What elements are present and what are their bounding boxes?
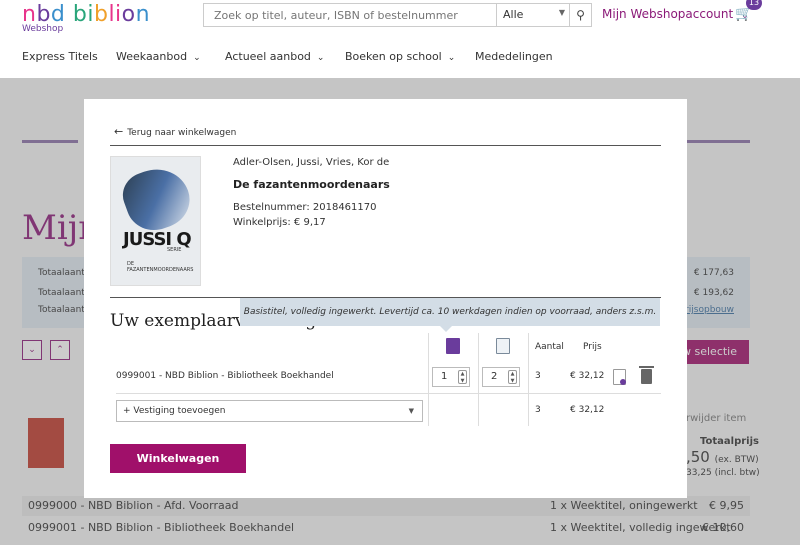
- order-number: Bestelnummer: 2018461170: [233, 202, 377, 213]
- search-icon: ⚲: [576, 8, 585, 22]
- shop-price: Winkelprijs: € 9,17: [233, 217, 326, 228]
- account-label: Mijn Webshopaccount: [602, 7, 734, 21]
- chevron-down-icon: ⌄: [447, 53, 456, 63]
- chevron-down-icon: ▼: [408, 407, 414, 415]
- spin-arrows-icon[interactable]: ▲ ▼: [508, 370, 517, 384]
- nav-label: Mededelingen: [475, 50, 553, 63]
- cart-count-badge: 13: [746, 0, 762, 10]
- tooltip-pointer: [440, 326, 452, 332]
- nav-item-mededelingen[interactable]: Mededelingen: [475, 50, 553, 63]
- chevron-down-icon: ▼: [558, 8, 565, 17]
- table-divider: [116, 393, 661, 394]
- quantity-value: 1: [441, 371, 448, 382]
- document-note-icon[interactable]: [613, 369, 626, 385]
- tooltip: Basistitel, volledig ingewerkt. Levertij…: [240, 298, 660, 332]
- trash-icon[interactable]: [639, 366, 654, 384]
- nav-item-express[interactable]: Express Titels: [22, 50, 98, 63]
- divider: [110, 145, 661, 146]
- account-menu[interactable]: Mijn Webshopaccount ⌄: [602, 7, 749, 21]
- quantity-stepper[interactable]: 1 ▲ ▼: [432, 367, 470, 387]
- chevron-down-icon: ⌄: [316, 53, 325, 63]
- book-basic-icon[interactable]: [496, 338, 510, 354]
- nav-item-school[interactable]: Boeken op school ⌄: [345, 50, 455, 63]
- quantity-stepper[interactable]: 2 ▲ ▼: [482, 367, 520, 387]
- table-divider: [428, 333, 429, 426]
- nav-item-weekaanbod[interactable]: Weekaanbod ⌄: [116, 50, 201, 63]
- cover-subtitle: DE FAZANTENMOORDENAARS: [127, 261, 194, 273]
- logo-subtitle: Webshop: [22, 24, 64, 34]
- column-header-amount: Aantal: [535, 342, 564, 352]
- search-scope-value: Alle: [503, 8, 524, 21]
- total-amount: 3: [535, 405, 541, 415]
- nav-label: Boeken op school: [345, 50, 442, 63]
- book-cover: JUSSI Q SERIE DE FAZANTENMOORDENAARS: [110, 156, 201, 286]
- book-full-processed-icon[interactable]: [446, 338, 460, 354]
- update-cart-button[interactable]: Winkelwagen wijzigen: [110, 444, 246, 494]
- nav-label: Express Titels: [22, 50, 98, 63]
- search-input[interactable]: [204, 4, 496, 26]
- total-price: € 32,12: [570, 405, 605, 415]
- book-author: Adler-Olsen, Jussi, Vries, Kor de: [233, 157, 390, 168]
- search-bar: Alle ▼ ⚲: [203, 3, 592, 27]
- add-branch-select[interactable]: + Vestiging toevoegen ▼: [116, 400, 423, 422]
- table-divider: [528, 333, 529, 426]
- search-scope-select[interactable]: Alle ▼: [496, 4, 571, 26]
- cover-illustration: [116, 159, 198, 239]
- row-price: € 32,12: [570, 371, 605, 381]
- tooltip-text: Basistitel, volledig ingewerkt. Levertij…: [243, 307, 657, 317]
- nav-item-actueel[interactable]: Actueel aanbod ⌄: [225, 50, 324, 63]
- column-header-price: Prijs: [583, 342, 602, 352]
- chevron-down-icon: ⌄: [193, 53, 201, 63]
- book-title: De fazantenmoordenaars: [233, 178, 390, 191]
- nav-label: Actueel aanbod: [225, 50, 311, 63]
- back-to-cart-link[interactable]: ← Terug naar winkelwagen: [114, 125, 236, 138]
- row-amount: 3: [535, 371, 541, 381]
- add-branch-label: + Vestiging toevoegen: [123, 406, 226, 416]
- quantity-value: 2: [491, 371, 498, 382]
- nav-label: Weekaanbod: [116, 50, 188, 63]
- main-nav: Express Titels Weekaanbod ⌄ Actueel aanbo…: [0, 40, 800, 78]
- table-divider: [478, 333, 479, 426]
- back-label: Terug naar winkelwagen: [127, 128, 237, 138]
- spin-arrows-icon[interactable]: ▲ ▼: [458, 370, 467, 384]
- branch-name: 0999001 - NBD Biblion - Bibliotheek Boek…: [116, 371, 334, 381]
- search-button[interactable]: ⚲: [569, 4, 591, 26]
- arrow-left-icon: ←: [114, 125, 124, 138]
- cover-serie: SERIE: [167, 247, 182, 253]
- top-bar: nbd biblion Webshop Alle ▼ ⚲ Mijn Websho…: [0, 0, 800, 40]
